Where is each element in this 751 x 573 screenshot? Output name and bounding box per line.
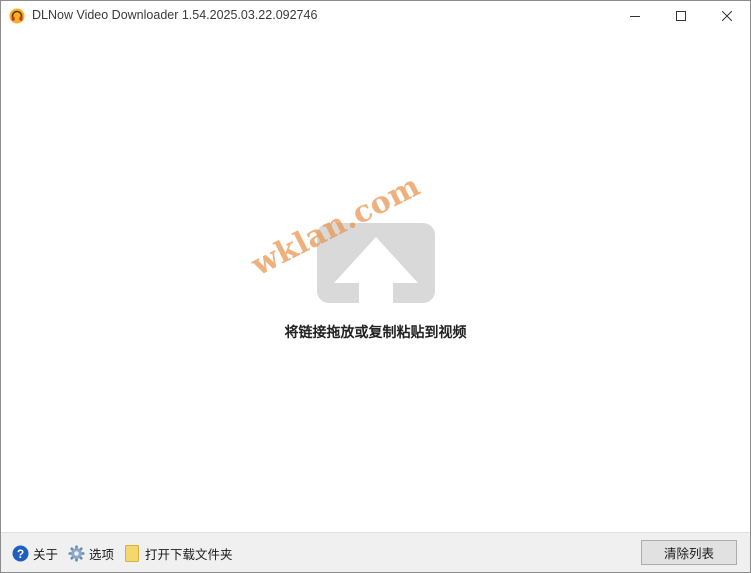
about-label: 关于 (33, 547, 59, 562)
drop-hint-text: 将链接拖放或复制粘贴到视频 (284, 324, 467, 340)
maximize-button[interactable] (658, 1, 704, 32)
minimize-button[interactable] (612, 1, 658, 32)
minimize-icon (630, 8, 640, 26)
drop-zone[interactable]: wklan.com 将链接拖放或复制粘贴到视频 (1, 32, 750, 532)
bottom-toolbar: ? 关于 选项 打开下载文件夹 清除列表 (1, 532, 750, 572)
help-icon: ? (11, 544, 29, 562)
open-folder-label: 打开下载文件夹 (145, 547, 233, 562)
svg-text:?: ? (16, 546, 23, 560)
options-button[interactable]: 选项 (67, 544, 114, 562)
options-label: 选项 (89, 547, 115, 562)
about-button[interactable]: ? 关于 (11, 544, 58, 562)
title-bar[interactable]: DLNow Video Downloader 1.54.2025.03.22.0… (1, 1, 750, 32)
open-folder-button[interactable]: 打开下载文件夹 (123, 544, 233, 562)
maximize-icon (676, 8, 686, 26)
close-button[interactable] (704, 1, 750, 32)
gear-icon (67, 544, 85, 562)
folder-icon (123, 544, 141, 562)
headphones-icon (9, 8, 25, 24)
clear-list-button[interactable]: 清除列表 (641, 540, 737, 565)
app-window: DLNow Video Downloader 1.54.2025.03.22.0… (0, 0, 751, 573)
close-icon (721, 8, 733, 26)
window-title: DLNow Video Downloader 1.54.2025.03.22.0… (32, 8, 318, 22)
